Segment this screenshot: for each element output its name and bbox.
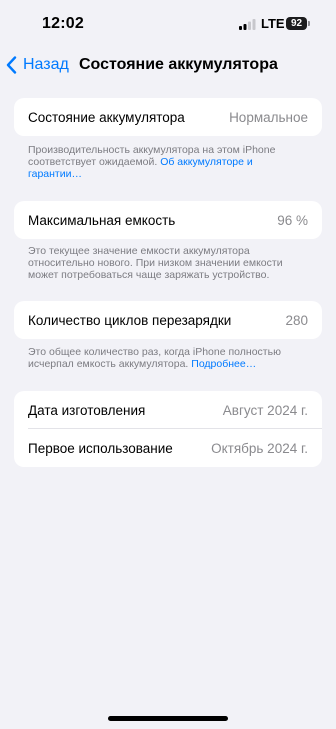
battery-health-row: Состояние аккумулятора Нормальное	[14, 98, 322, 136]
cycle-count-row: Количество циклов перезарядки 280	[14, 301, 322, 339]
first-use-row: Первое использование Октябрь 2024 г.	[14, 429, 322, 467]
max-capacity-value: 96 %	[277, 212, 308, 228]
battery-health-note: Производительность аккумулятора на этом …	[28, 144, 298, 180]
cellular-signal-icon	[239, 19, 256, 30]
network-type: LTE	[261, 16, 285, 31]
cycle-count-more-link[interactable]: Подробнее…	[191, 358, 256, 370]
cycle-count-note: Это общее количество раз, когда iPhone п…	[28, 346, 298, 370]
battery-tip	[308, 21, 310, 26]
cycle-count-value: 280	[285, 312, 308, 328]
battery-icon: 92	[286, 17, 307, 30]
status-bar: 12:02 LTE 92	[0, 0, 336, 48]
first-use-label: Первое использование	[28, 440, 173, 456]
battery-health-label: Состояние аккумулятора	[28, 109, 185, 125]
max-capacity-row: Максимальная емкость 96 %	[14, 201, 322, 239]
cycle-count-card: Количество циклов перезарядки 280	[14, 301, 322, 339]
chevron-left-icon	[6, 56, 17, 74]
navigation-bar: Назад Состояние аккумулятора	[0, 50, 336, 80]
manufacture-date-row: Дата изготовления Август 2024 г.	[14, 391, 322, 429]
max-capacity-card: Максимальная емкость 96 %	[14, 201, 322, 239]
battery-health-value: Нормальное	[229, 109, 308, 125]
home-indicator[interactable]	[108, 716, 228, 721]
battery-health-card: Состояние аккумулятора Нормальное	[14, 98, 322, 136]
back-label: Назад	[23, 56, 69, 73]
page-title: Состояние аккумулятора	[79, 56, 278, 73]
status-time: 12:02	[42, 15, 84, 32]
manufacture-date-value: Август 2024 г.	[222, 402, 308, 418]
first-use-value: Октябрь 2024 г.	[211, 440, 308, 456]
max-capacity-label: Максимальная емкость	[28, 212, 176, 228]
max-capacity-note: Это текущее значение емкости аккумулятор…	[28, 245, 283, 281]
back-button[interactable]: Назад	[6, 54, 69, 76]
dates-card: Дата изготовления Август 2024 г. Первое …	[14, 391, 322, 467]
battery-level: 92	[290, 18, 303, 29]
cycle-count-label: Количество циклов перезарядки	[28, 312, 232, 328]
manufacture-date-label: Дата изготовления	[28, 402, 146, 418]
